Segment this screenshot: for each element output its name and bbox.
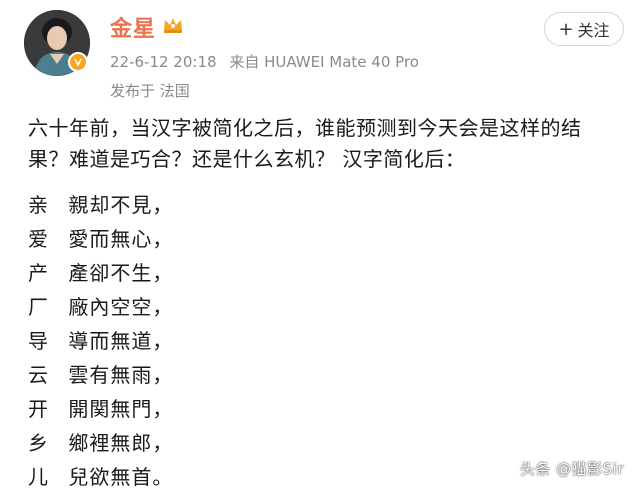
simplified-char: 产: [28, 261, 48, 285]
traditional-text: 鄉裡無郎，: [68, 431, 174, 455]
traditional-text: 導而無道，: [68, 329, 174, 353]
simplified-char: 导: [28, 329, 48, 353]
list-item: 爱 愛而無心，: [28, 222, 173, 256]
follow-label: 关注: [577, 21, 610, 40]
traditional-text: 兒欲無首。: [68, 465, 174, 489]
verified-badge-icon: [68, 52, 88, 72]
simplified-char: 儿: [28, 465, 48, 489]
list-item: 云 雲有無雨，: [28, 358, 173, 392]
list-item: 儿 兒欲無首。: [28, 460, 173, 494]
post-location: 发布于 法国: [110, 82, 190, 100]
post-meta: 22-6-12 20:18 来自 HUAWEI Mate 40 Pro: [110, 51, 427, 72]
simplified-char: 爱: [28, 227, 48, 251]
simplified-char: 亲: [28, 193, 48, 217]
weibo-post: 金星 22-6-12 20:18 来自 HUAWEI Mate 40 Pro 发…: [0, 0, 640, 495]
username-row: 金星: [110, 11, 184, 43]
traditional-text: 愛而無心，: [68, 227, 174, 251]
list-item: 产 產卻不生，: [28, 256, 173, 290]
post-paragraph: 六十年前，当汉字被简化之后，谁能预测到今天会是这样的结果？难道是巧合？还是什么玄…: [28, 116, 582, 171]
username[interactable]: 金星: [110, 11, 156, 43]
traditional-text: 產卻不生，: [68, 261, 174, 285]
crown-icon: [162, 15, 184, 39]
character-list: 亲 親却不見， 爱 愛而無心， 产 產卻不生， 厂 廠內空空， 导 導而無道， …: [28, 188, 173, 494]
post-source: 来自 HUAWEI Mate 40 Pro: [229, 53, 419, 71]
list-item: 亲 親却不見，: [28, 188, 173, 222]
traditional-text: 廠內空空，: [68, 295, 174, 319]
timestamp: 22-6-12 20:18: [110, 53, 217, 71]
traditional-text: 開関無門，: [68, 397, 174, 421]
simplified-char: 开: [28, 397, 48, 421]
traditional-text: 雲有無雨，: [68, 363, 174, 387]
simplified-char: 厂: [28, 295, 48, 319]
list-item: 乡 鄉裡無郎，: [28, 426, 173, 460]
follow-button[interactable]: + 关注: [544, 12, 624, 46]
list-item: 开 開関無門，: [28, 392, 173, 426]
watermark: 头条 @猫影Sir: [519, 460, 624, 478]
simplified-char: 云: [28, 363, 48, 387]
post-body: 六十年前，当汉字被简化之后，谁能预测到今天会是这样的结果？难道是巧合？还是什么玄…: [28, 113, 618, 175]
plus-icon: +: [558, 18, 574, 40]
traditional-text: 親却不見，: [68, 193, 174, 217]
list-item: 厂 廠內空空，: [28, 290, 173, 324]
simplified-char: 乡: [28, 431, 48, 455]
list-item: 导 導而無道，: [28, 324, 173, 358]
